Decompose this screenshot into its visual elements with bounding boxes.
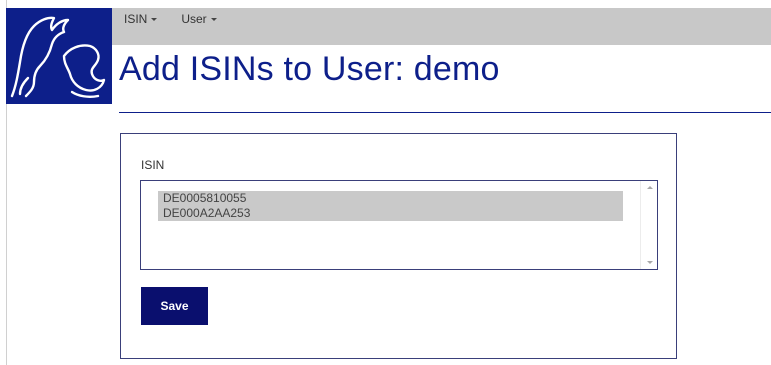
nav-isin-dropdown[interactable]: ISIN bbox=[112, 8, 158, 26]
isin-option[interactable]: DE000A2AA253 bbox=[158, 206, 623, 221]
top-navbar: ISIN User bbox=[112, 8, 771, 45]
logo-graphic bbox=[10, 16, 106, 98]
bull-bear-logo-icon[interactable] bbox=[6, 8, 112, 104]
page-title: Add ISINs to User: demo bbox=[119, 50, 500, 88]
page: ISIN User Add ISINs to User: demo ISIN D… bbox=[0, 0, 771, 365]
nav-user-dropdown[interactable]: User bbox=[157, 8, 217, 26]
title-divider bbox=[119, 112, 771, 113]
add-isin-form: ISIN DE0005810055 DE000A2AA253 Save bbox=[120, 133, 677, 359]
isin-multiselect[interactable]: DE0005810055 DE000A2AA253 bbox=[140, 180, 658, 270]
isin-options-list: DE0005810055 DE000A2AA253 bbox=[158, 191, 623, 221]
listbox-scrollbar[interactable] bbox=[640, 181, 657, 269]
scroll-up-icon[interactable] bbox=[647, 186, 653, 189]
scroll-down-icon[interactable] bbox=[647, 261, 653, 264]
caret-down-icon bbox=[210, 17, 217, 21]
save-button[interactable]: Save bbox=[141, 287, 208, 325]
isin-option[interactable]: DE0005810055 bbox=[158, 191, 623, 206]
isin-field-label: ISIN bbox=[141, 158, 165, 172]
nav-isin-label: ISIN bbox=[124, 12, 148, 26]
nav-user-label: User bbox=[181, 12, 207, 26]
